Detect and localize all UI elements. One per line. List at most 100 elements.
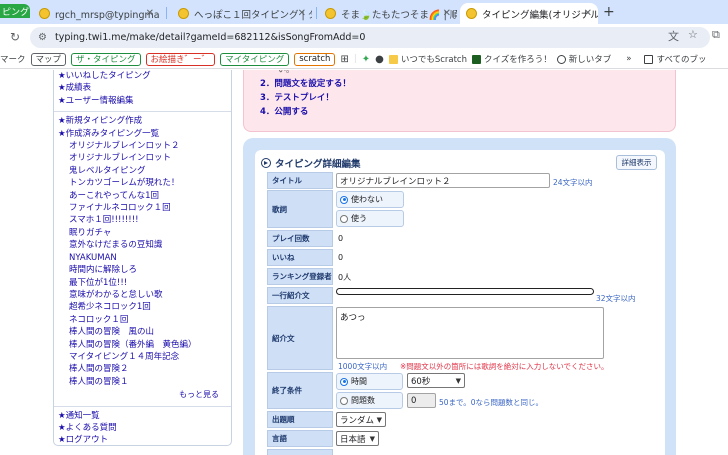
step-publish[interactable]: 4．公開する	[260, 105, 308, 117]
sidebar-item-new[interactable]: ★新規タイピング作成	[58, 115, 227, 127]
radio-checked[interactable]	[340, 195, 348, 204]
radio-unchecked[interactable]	[340, 214, 348, 223]
detail-heading: タイピング詳細編集	[261, 156, 361, 170]
bookmark-label: クイズを作ろう！	[484, 55, 552, 65]
close-icon[interactable]: ✕	[584, 8, 592, 19]
github-icon[interactable]: ●	[375, 54, 384, 65]
created-typing-item[interactable]: オリジナルブレインロット２	[69, 140, 227, 152]
created-typing-item[interactable]: トンカツゴーレムが現れた！	[69, 177, 227, 189]
created-typing-item[interactable]: 最下位が1位!!!	[69, 277, 227, 289]
created-typing-item[interactable]: ネコロック１回	[69, 314, 227, 326]
bookmark-label: いつでもScratch	[400, 55, 467, 65]
step-set-questions[interactable]: 2．問題文を設定する！	[260, 77, 351, 89]
extensions-icon[interactable]: ⧉	[712, 28, 720, 42]
close-icon[interactable]: ✕	[298, 8, 306, 19]
created-typing-item[interactable]: 棒人間の冒険１	[69, 376, 227, 388]
sidebar-item-created-list[interactable]: ★作成済みタイピング一覧	[58, 128, 227, 140]
created-typing-item[interactable]: マイタイピング１４周年記念	[69, 351, 227, 363]
sidebar-item-results[interactable]: ★成績表	[58, 82, 227, 94]
play-circle-icon	[261, 158, 271, 168]
new-tab-plus-icon[interactable]: +	[603, 4, 615, 20]
sidebar-group-misc: ★通知一覧 ★よくある質問 ★ログアウト	[54, 409, 231, 449]
show-detail-button[interactable]: 詳細表示	[616, 155, 657, 170]
step-test-play[interactable]: 3．テストプレイ！	[260, 91, 334, 103]
close-icon[interactable]: ✕	[146, 8, 154, 19]
sidebar-item-user-edit[interactable]: ★ユーザー情報編集	[58, 95, 227, 107]
radio-label: 問題数	[351, 396, 375, 405]
language-select[interactable]: 日本語 ▼	[336, 431, 379, 446]
created-typing-item[interactable]: 棒人間の冒険（番外編 黄色編）	[69, 339, 227, 351]
time-select[interactable]: 60秒 ▼	[407, 373, 465, 388]
lyrics-option-no[interactable]: 使わない	[336, 191, 404, 208]
bookmark-label: マップ	[35, 55, 62, 65]
sidebar-group-account: ★いいねしたタイピング ★成績表 ★ユーザー情報編集	[54, 70, 231, 109]
tab-title: rgch_mrsp@typingmastar | タ	[55, 9, 160, 21]
created-typing-item[interactable]: 時間内に解除しろ	[69, 264, 227, 276]
oneline-input[interactable]	[336, 288, 594, 295]
bookmark-scratch[interactable]: scratch	[294, 52, 336, 66]
bookmarks-bar: マーク マップ ザ・タイピング お絵描き゛ー゛ マイタイピング scratch …	[0, 50, 728, 69]
sidebar-item-liked[interactable]: ★いいねしたタイピング	[58, 70, 227, 82]
close-icon[interactable]: ✕	[443, 8, 451, 19]
site-info-icon[interactable]: ⚙	[38, 32, 47, 43]
created-typing-item[interactable]: 鬼レベルタイピング	[69, 165, 227, 177]
created-typing-item[interactable]: NYAKUMAN	[69, 252, 227, 264]
oneline-label: 一行紹介文	[267, 287, 333, 304]
sidebar-item-label: ユーザー情報編集	[65, 95, 134, 106]
colorful-sparkle-icon[interactable]: ✦	[362, 54, 370, 65]
end-option-count[interactable]: 問題数	[336, 392, 403, 409]
star-icon: ★	[58, 95, 66, 106]
typing-favicon-icon	[325, 8, 336, 19]
more-link[interactable]: もっと見る	[58, 389, 227, 401]
sidebar-item-label: 新規タイピング作成	[65, 116, 143, 127]
url-text: typing.twi1.me/make/detail?gameId=682112…	[54, 32, 366, 43]
created-typing-item[interactable]: ファイナルネコロック１回	[69, 202, 227, 214]
order-select[interactable]: ランダム ▼	[336, 412, 386, 427]
intro-warning: ※問題文以外の箇所には歌詞を絶対に入力しないでください。	[400, 362, 609, 371]
radio-checked[interactable]	[340, 377, 348, 386]
bookmark-quiz[interactable]: クイズを作ろう！	[472, 53, 552, 65]
radio-unchecked[interactable]	[340, 396, 348, 405]
created-typing-item[interactable]: 意外なけだまるの豆知識	[69, 239, 227, 251]
bookmark-new-tab[interactable]: 新しいタブ	[556, 53, 611, 65]
more-bookmarks-chevron-icon[interactable]: »	[626, 54, 631, 64]
tab-profile[interactable]: rgch_mrsp@typingmastar | タ ✕	[33, 3, 160, 24]
bookmark-scratch-anytime[interactable]: いつでもScratch	[388, 53, 467, 65]
bookmark-the-typing[interactable]: ザ・タイピング	[71, 52, 141, 66]
bookmark-my-typing[interactable]: マイタイピング	[220, 52, 290, 66]
sidebar-item-label: よくある質問	[65, 422, 117, 433]
reload-icon[interactable]: ↻	[10, 30, 20, 44]
apps-grid-icon[interactable]: ⊞	[340, 54, 348, 65]
end-option-time[interactable]: 時間	[336, 373, 403, 390]
bookmark-map[interactable]: マップ	[30, 52, 67, 66]
created-typing-item[interactable]: 意味がわかると怠しい歌	[69, 289, 227, 301]
created-typing-item[interactable]: 超希少ネコロック1回	[69, 301, 227, 313]
intro-textarea[interactable]: あつっ	[336, 307, 604, 359]
created-typing-item[interactable]: スマホ１回!!!!!!!!	[69, 214, 227, 226]
sidebar-item-logout[interactable]: ★ログアウト	[58, 434, 227, 446]
created-typing-item[interactable]: 眠りガチャ	[69, 227, 227, 239]
bookmark-all[interactable]: すべてのブッ	[644, 53, 707, 65]
sidebar-item-notifications[interactable]: ★通知一覧	[58, 410, 227, 422]
bookmark-bookmarks[interactable]: マーク	[0, 53, 26, 65]
tab-heppoko[interactable]: へっぽこ１回タイピング | タ ✕	[172, 3, 312, 24]
created-typing-item[interactable]: 棒人間の冒険２	[69, 363, 227, 375]
tab-edit-active[interactable]: タイピング編集(オリジナルブ ✕	[460, 3, 598, 24]
question-count-input[interactable]: 0	[407, 393, 436, 408]
bookmark-oekaki[interactable]: お絵描き゛ー゛	[145, 52, 216, 66]
sidebar-item-faq[interactable]: ★よくある質問	[58, 422, 227, 434]
created-typing-item[interactable]: オリジナルブレインロット	[69, 152, 227, 164]
tab-separator	[166, 7, 167, 19]
lyrics-option-yes[interactable]: 使う	[336, 210, 404, 227]
created-typing-item[interactable]: あーこれやってんな1回	[69, 190, 227, 202]
created-typing-item[interactable]: 棒人間の冒険 風の山	[69, 326, 227, 338]
title-input[interactable]: オリジナルブレインロット２	[336, 173, 550, 188]
title-count-note: 24文字以内	[553, 178, 593, 187]
tab-typing-partial[interactable]: ピング	[0, 4, 30, 18]
bookmark-label: すべてのブッ	[656, 55, 707, 65]
tab-ranking[interactable]: そま🍃たもたつそま🌈 | 順 ✕	[319, 3, 457, 24]
url-omnibox[interactable]: ⚙ typing.twi1.me/make/detail?gameId=6821…	[30, 27, 710, 48]
bookmark-star-icon[interactable]: ☆	[688, 28, 698, 41]
translate-icon[interactable]: 文	[668, 28, 679, 44]
sidebar-item-label: いいねしたタイピング	[65, 71, 151, 81]
